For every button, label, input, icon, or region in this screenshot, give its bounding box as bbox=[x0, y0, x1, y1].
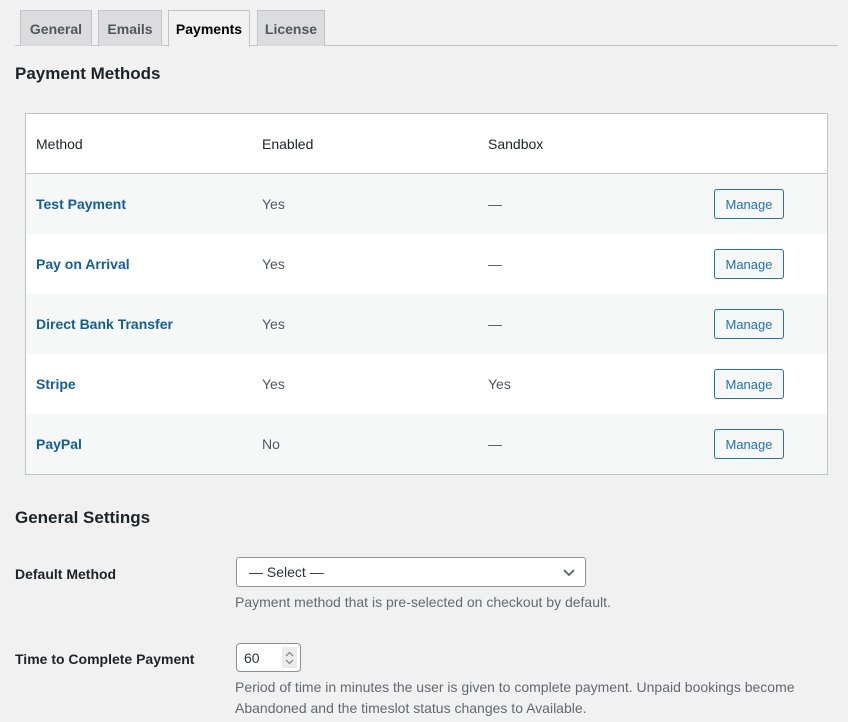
payment-methods-table: Method Enabled Sandbox Test Payment Yes … bbox=[25, 113, 828, 475]
tab-payments[interactable]: Payments bbox=[168, 10, 250, 47]
method-link-test-payment[interactable]: Test Payment bbox=[36, 196, 126, 212]
table-row: Stripe Yes Yes Manage bbox=[26, 354, 827, 414]
spin-up-icon[interactable] bbox=[285, 651, 294, 658]
method-link-stripe[interactable]: Stripe bbox=[36, 376, 76, 392]
manage-button[interactable]: Manage bbox=[714, 429, 784, 459]
method-link-direct-bank-transfer[interactable]: Direct Bank Transfer bbox=[36, 316, 173, 332]
column-header-sandbox: Sandbox bbox=[488, 136, 544, 152]
default-method-selected-value: — Select — bbox=[249, 564, 324, 580]
tab-general[interactable]: General bbox=[20, 10, 92, 46]
time-to-complete-value: 60 bbox=[244, 649, 260, 666]
enabled-value: No bbox=[262, 436, 280, 452]
time-to-complete-description: Period of time in minutes the user is gi… bbox=[235, 679, 795, 716]
column-header-enabled: Enabled bbox=[262, 136, 314, 152]
payment-methods-heading: Payment Methods bbox=[15, 64, 161, 83]
number-spinner[interactable] bbox=[282, 647, 297, 668]
time-to-complete-input[interactable]: 60 bbox=[236, 643, 301, 672]
default-method-description: Payment method that is pre-selected on c… bbox=[235, 594, 611, 610]
sandbox-value: — bbox=[488, 256, 502, 272]
manage-button[interactable]: Manage bbox=[714, 249, 784, 279]
table-row: Pay on Arrival Yes — Manage bbox=[26, 234, 827, 294]
manage-button[interactable]: Manage bbox=[714, 369, 784, 399]
table-row: Direct Bank Transfer Yes — Manage bbox=[26, 294, 827, 354]
column-header-method: Method bbox=[36, 136, 83, 152]
tab-license[interactable]: License bbox=[257, 10, 325, 46]
method-link-pay-on-arrival[interactable]: Pay on Arrival bbox=[36, 256, 130, 272]
table-header: Method Enabled Sandbox bbox=[26, 114, 827, 174]
method-link-paypal[interactable]: PayPal bbox=[36, 436, 82, 452]
enabled-value: Yes bbox=[262, 316, 285, 332]
chevron-down-icon bbox=[563, 569, 575, 577]
manage-button[interactable]: Manage bbox=[714, 309, 784, 339]
settings-tabs: General Emails Payments License bbox=[15, 10, 838, 47]
general-settings-heading: General Settings bbox=[15, 508, 151, 527]
spin-down-icon[interactable] bbox=[285, 658, 294, 665]
enabled-value: Yes bbox=[262, 256, 285, 272]
enabled-value: Yes bbox=[262, 196, 285, 212]
default-method-select[interactable]: — Select — bbox=[236, 557, 586, 587]
sandbox-value: Yes bbox=[488, 376, 511, 392]
table-row: PayPal No — Manage bbox=[26, 414, 827, 474]
time-to-complete-label: Time to Complete Payment bbox=[15, 651, 195, 667]
sandbox-value: — bbox=[488, 436, 502, 452]
enabled-value: Yes bbox=[262, 376, 285, 392]
sandbox-value: — bbox=[488, 196, 502, 212]
tab-emails[interactable]: Emails bbox=[98, 10, 162, 46]
default-method-label: Default Method bbox=[15, 566, 117, 582]
sandbox-value: — bbox=[488, 316, 502, 332]
table-row: Test Payment Yes — Manage bbox=[26, 174, 827, 234]
manage-button[interactable]: Manage bbox=[714, 189, 784, 219]
